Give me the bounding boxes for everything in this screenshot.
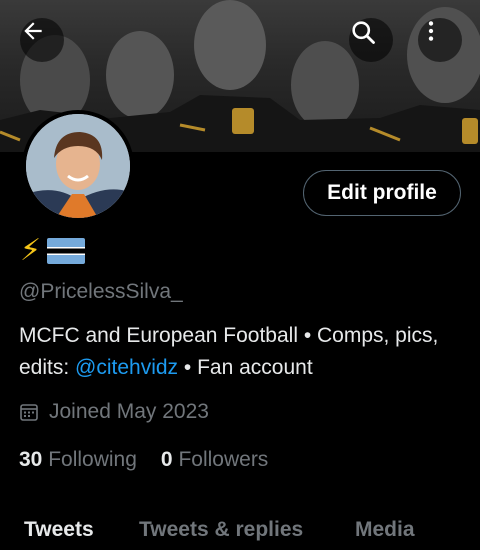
user-handle: @PricelessSilva_ — [19, 280, 183, 303]
followers-link[interactable]: 0 Followers — [161, 448, 268, 472]
more-options-button[interactable] — [418, 18, 462, 62]
follow-counts: 30 Following 0 Followers — [19, 448, 268, 472]
followers-count: 0 — [160, 448, 173, 471]
following-link[interactable]: 30 Following — [19, 448, 137, 472]
bio: MCFC and European Football • Comps, pics… — [19, 320, 459, 384]
avatar-photo — [26, 114, 130, 218]
bio-mention-link[interactable]: @citehvidz — [75, 356, 178, 379]
display-name: ⚡ — [20, 232, 86, 270]
lightning-emoji: ⚡ — [20, 234, 42, 267]
calendar-icon — [20, 404, 38, 421]
arrow-left-icon — [24, 22, 42, 40]
following-label: Following — [48, 448, 137, 471]
bio-text-2: • Fan account — [178, 356, 313, 379]
more-vertical-icon — [428, 21, 434, 41]
search-icon — [352, 21, 375, 44]
back-button[interactable] — [20, 18, 64, 62]
tab-tweets[interactable]: Tweets — [24, 518, 94, 542]
edit-profile-label: Edit profile — [327, 181, 437, 204]
followers-label: Followers — [178, 448, 269, 471]
search-button[interactable] — [349, 18, 393, 62]
edit-profile-button[interactable]: Edit profile — [303, 170, 461, 216]
tab-media[interactable]: Media — [355, 518, 415, 542]
tab-tweets-replies[interactable]: Tweets & replies — [139, 518, 303, 542]
joined-label: Joined May 2023 — [49, 400, 209, 423]
profile-tabs: Tweets Tweets & replies Media — [0, 510, 480, 550]
avatar[interactable] — [22, 110, 134, 222]
botswana-flag-icon — [47, 238, 86, 264]
following-count: 30 — [19, 448, 43, 471]
joined-date: Joined May 2023 — [19, 400, 209, 424]
